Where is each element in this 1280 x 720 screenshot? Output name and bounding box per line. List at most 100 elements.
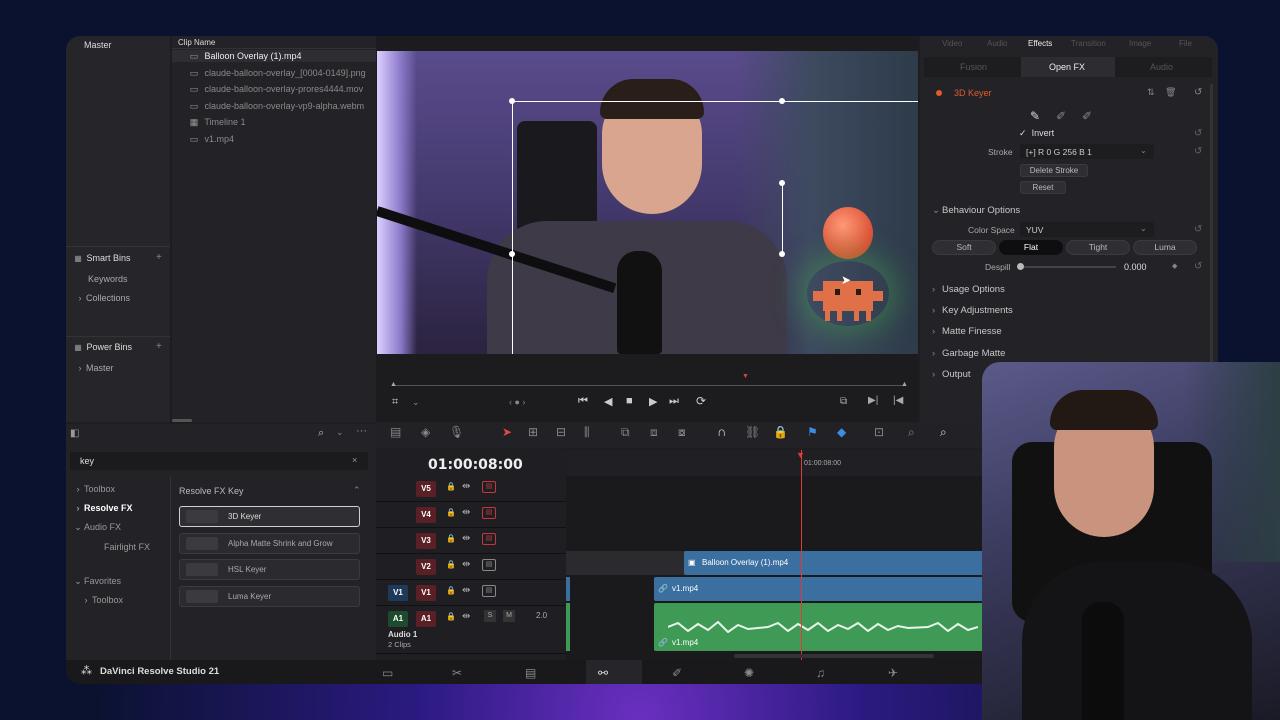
lock-icon[interactable]: 🔒 <box>446 560 456 569</box>
clear-search-icon[interactable]: × <box>352 455 357 465</box>
despill-slider[interactable] <box>1020 266 1116 268</box>
effect-enabled-dot[interactable] <box>936 90 942 96</box>
fx-result-item[interactable]: 3D Keyer <box>179 506 360 527</box>
scrubber-out-marker[interactable]: ▲ <box>901 381 908 388</box>
mode-button-luma[interactable]: Luma <box>1133 240 1197 255</box>
effect-name[interactable]: 3D Keyer <box>954 88 992 98</box>
reset-despill-icon[interactable]: ↺ <box>1194 261 1202 272</box>
a1-audio-clip[interactable]: 🔗 v1.mp4 <box>654 603 984 651</box>
track-header-v4[interactable]: V4 🔒 ⇹ ▤ <box>376 502 566 528</box>
power-bin-master[interactable]: › Master <box>74 363 114 373</box>
auto-select-icon[interactable]: ⇹ <box>462 507 470 518</box>
favorites-group[interactable]: ⌄ Favorites <box>72 576 121 587</box>
reset-stroke-icon[interactable]: ↺ <box>1194 146 1202 157</box>
invert-checkbox[interactable]: ✓ Invert <box>1019 128 1054 139</box>
inspector-tab-transition[interactable]: Transition <box>1071 39 1106 48</box>
eyedropper-plus-icon[interactable]: ✐ <box>1082 109 1092 123</box>
viewer-scrubber[interactable] <box>392 385 904 386</box>
inspector-section-4[interactable]: › Output <box>932 369 971 380</box>
power-bins-header[interactable]: ▦ Power Bins <box>72 342 132 352</box>
flag-icon[interactable]: ⚑ <box>807 425 818 439</box>
effect-sort-icon[interactable]: ⇅ <box>1147 87 1155 98</box>
track-label[interactable]: A1 <box>416 611 436 627</box>
position-lock-icon[interactable]: 🔒 <box>773 425 788 439</box>
previous-edit-icon[interactable]: |◀ <box>893 395 903 406</box>
auto-select-icon[interactable]: ⇹ <box>462 611 470 622</box>
lock-icon[interactable]: 🔒 <box>446 612 456 621</box>
transform-handle[interactable] <box>779 251 785 257</box>
inspector-tab-file[interactable]: File <box>1179 39 1192 48</box>
master-bin[interactable]: Master <box>84 40 112 50</box>
delete-stroke-button[interactable]: Delete Stroke <box>1020 164 1088 177</box>
media-page-icon[interactable]: ▭ <box>382 666 393 680</box>
inspector-subtab-0[interactable]: Fusion <box>960 62 987 72</box>
fx-result-item[interactable]: HSL Keyer <box>179 559 360 580</box>
behaviour-options-header[interactable]: ⌄ Behaviour Options <box>932 205 1020 216</box>
timeline-timecode[interactable]: 01:00:08:00 <box>428 457 523 473</box>
timeline-view-icon[interactable]: ▤ <box>390 425 401 439</box>
dynamic-trim-icon[interactable]: ⊟ <box>556 425 566 439</box>
fusion-page-icon[interactable]: ⚯ <box>598 666 608 680</box>
timeline-scrollbar[interactable] <box>734 654 934 658</box>
snapping-icon[interactable]: ∩ <box>717 424 726 439</box>
track-label[interactable]: V4 <box>416 507 436 523</box>
auto-select-icon[interactable]: ⇹ <box>462 585 470 596</box>
transform-handle[interactable] <box>779 180 785 186</box>
transform-handle[interactable] <box>779 98 785 104</box>
track-label[interactable]: V3 <box>416 533 436 549</box>
stop-icon[interactable]: ■ <box>626 395 633 407</box>
auto-select-icon[interactable]: ⇹ <box>462 481 470 492</box>
favorites-toolbox[interactable]: › Toolbox <box>80 595 124 605</box>
fx-result-item[interactable]: Luma Keyer <box>179 585 360 607</box>
clip-row[interactable]: ▭ claude-balloon-overlay-prores4444.mov <box>186 84 376 95</box>
edit-page-icon[interactable]: ▤ <box>525 666 536 680</box>
clip-row[interactable]: ▭ claude-balloon-overlay_[0004-0149].png <box>186 68 376 79</box>
track-enable-icon[interactable]: ▤ <box>482 559 496 571</box>
inspector-section-2[interactable]: › Matte Finesse <box>932 326 1002 337</box>
clip-row[interactable]: ▭ Balloon Overlay (1).mp4 <box>186 51 376 62</box>
track-volume[interactable]: 2.0 <box>536 611 547 620</box>
go-to-start-icon[interactable]: ⏮ <box>578 395 588 408</box>
more-options-icon[interactable]: ··· <box>356 425 367 437</box>
trim-tool-icon[interactable]: ⊞ <box>528 425 538 439</box>
replace-clip-icon[interactable]: ⧇ <box>678 425 686 440</box>
marker-icon[interactable]: ◆ <box>837 425 846 439</box>
overwrite-clip-icon[interactable]: ⧈ <box>650 425 658 440</box>
reset-color-space-icon[interactable]: ↺ <box>1194 224 1202 235</box>
solo-button[interactable]: S <box>484 610 496 622</box>
inspector-subtab-2[interactable]: Audio <box>1150 62 1173 72</box>
zoom-custom-icon[interactable]: ⌕ <box>940 425 947 440</box>
cut-page-icon[interactable]: ✂ <box>452 666 462 680</box>
transform-handle[interactable] <box>509 98 515 104</box>
reset-effect-icon[interactable]: ↺ <box>1194 87 1202 98</box>
inspector-tab-video[interactable]: Video <box>942 39 962 48</box>
color-space-dropdown[interactable]: YUV ⌄ <box>1020 222 1154 237</box>
inspector-section-1[interactable]: › Key Adjustments <box>932 305 1013 316</box>
despill-slider-knob[interactable] <box>1017 263 1024 270</box>
track-label[interactable]: V1 <box>416 585 436 601</box>
transform-handle[interactable] <box>509 251 515 257</box>
track-disabled-icon[interactable]: ▤ <box>482 533 496 545</box>
play-icon[interactable]: ▶ <box>649 395 657 408</box>
fx-result-item[interactable]: Alpha Matte Shrink and Grow <box>179 532 360 554</box>
track-header-a1[interactable]: A1 A1 🔒 ⇹ S M 2.0 Audio 12 Clips <box>376 606 566 654</box>
scrubber-playhead[interactable]: ▼ <box>742 373 749 380</box>
play-reverse-icon[interactable]: ◀ <box>604 395 612 408</box>
despill-value[interactable]: 0.000 <box>1124 262 1147 272</box>
fx-category-0[interactable]: › Toolbox <box>72 484 116 494</box>
track-enable-icon[interactable]: ▤ <box>482 585 496 597</box>
zoom-detail-icon[interactable]: ⌕ <box>908 425 915 440</box>
mode-button-flat[interactable]: Flat <box>999 240 1063 255</box>
blade-tool-icon[interactable]: ⫼ <box>584 425 590 440</box>
fairlight-color-icon[interactable]: ✺ <box>744 666 754 680</box>
inspector-section-0[interactable]: › Usage Options <box>932 284 1005 295</box>
inspector-tab-effects[interactable]: Effects <box>1028 39 1052 48</box>
selection-tool-icon[interactable]: ➤ <box>502 425 512 439</box>
effects-search-field[interactable]: key × <box>70 452 368 470</box>
track-header-v5[interactable]: V5 🔒 ⇹ ▤ <box>376 476 566 502</box>
add-smart-bin-icon[interactable]: + <box>156 252 162 263</box>
stroke-dropdown[interactable]: [+] R 0 G 256 B 1 ⌄ <box>1020 144 1154 159</box>
v1-video-clip[interactable]: 🔗 v1.mp4 <box>654 577 984 601</box>
deliver-page-icon[interactable]: ✈ <box>888 666 898 680</box>
source-track-v1[interactable]: V1 <box>388 585 408 601</box>
